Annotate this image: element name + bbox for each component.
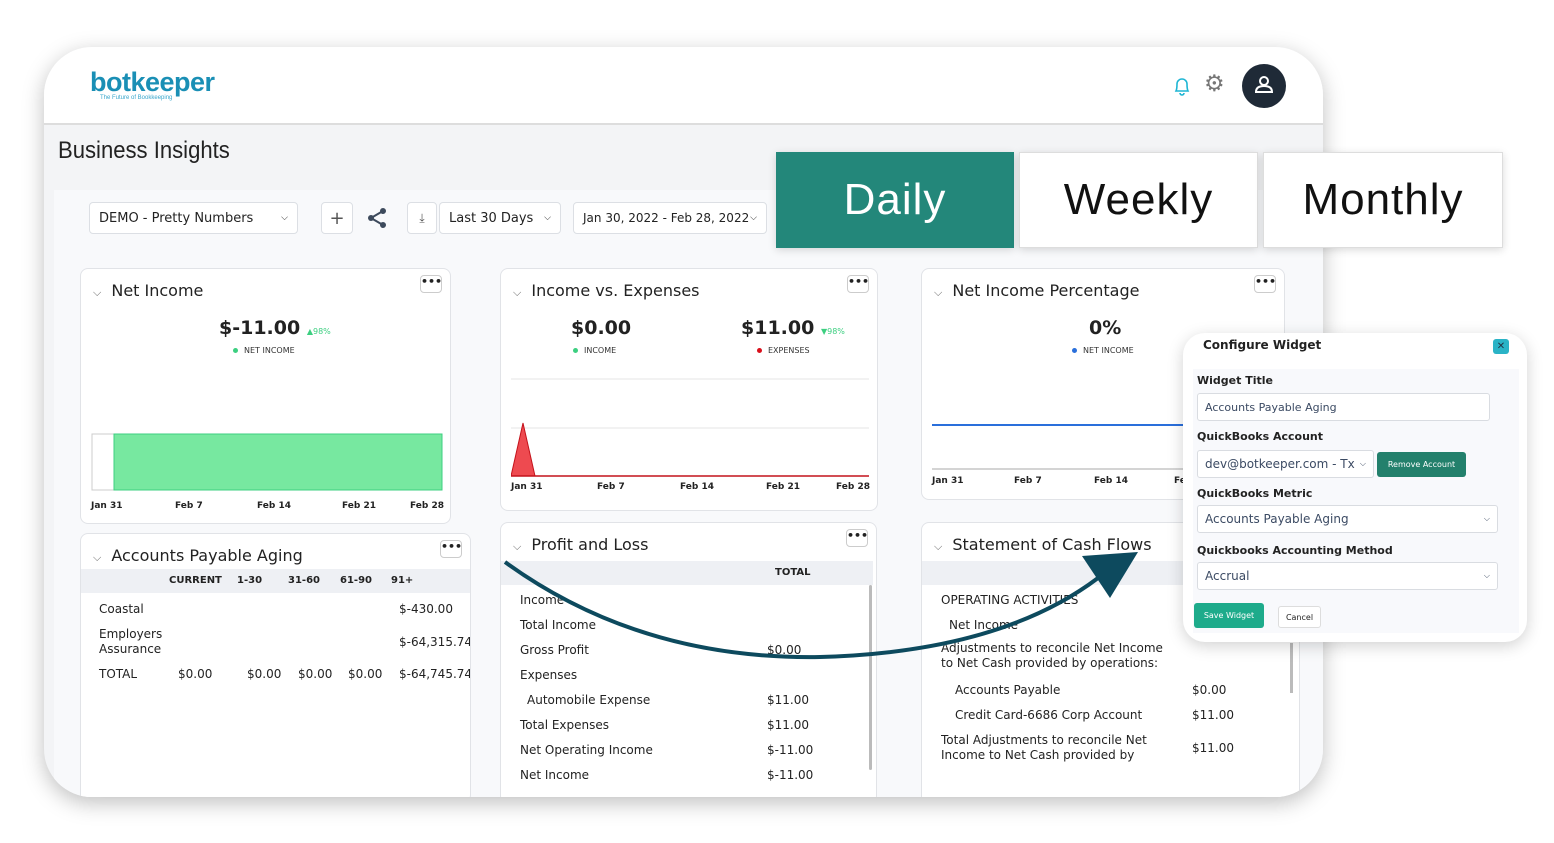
dialog-title: Configure Widget: [1203, 338, 1322, 352]
configure-widget-dialog: Configure Widget ✕ Widget Title Accounts…: [1183, 333, 1527, 642]
tab-monthly[interactable]: Monthly: [1263, 152, 1503, 248]
cancel-button[interactable]: Cancel: [1278, 606, 1321, 628]
remove-account-button[interactable]: Remove Account: [1377, 452, 1466, 477]
label: Quickbooks Accounting Method: [1197, 544, 1393, 557]
label: QuickBooks Account: [1197, 430, 1324, 443]
tab-daily[interactable]: Daily: [776, 152, 1014, 248]
label: Widget Title: [1197, 374, 1273, 387]
widget-title-input[interactable]: Accounts Payable Aging: [1197, 393, 1490, 421]
account-select[interactable]: dev@botkeeper.com - TxM ⌵: [1197, 450, 1374, 478]
tab-weekly[interactable]: Weekly: [1019, 152, 1258, 248]
label: QuickBooks Metric: [1197, 487, 1313, 500]
method-select[interactable]: Accrual ⌵: [1197, 562, 1498, 590]
metric-select[interactable]: Accounts Payable Aging ⌵: [1197, 505, 1498, 533]
close-icon[interactable]: ✕: [1493, 339, 1509, 354]
save-widget-button[interactable]: Save Widget: [1194, 603, 1264, 628]
